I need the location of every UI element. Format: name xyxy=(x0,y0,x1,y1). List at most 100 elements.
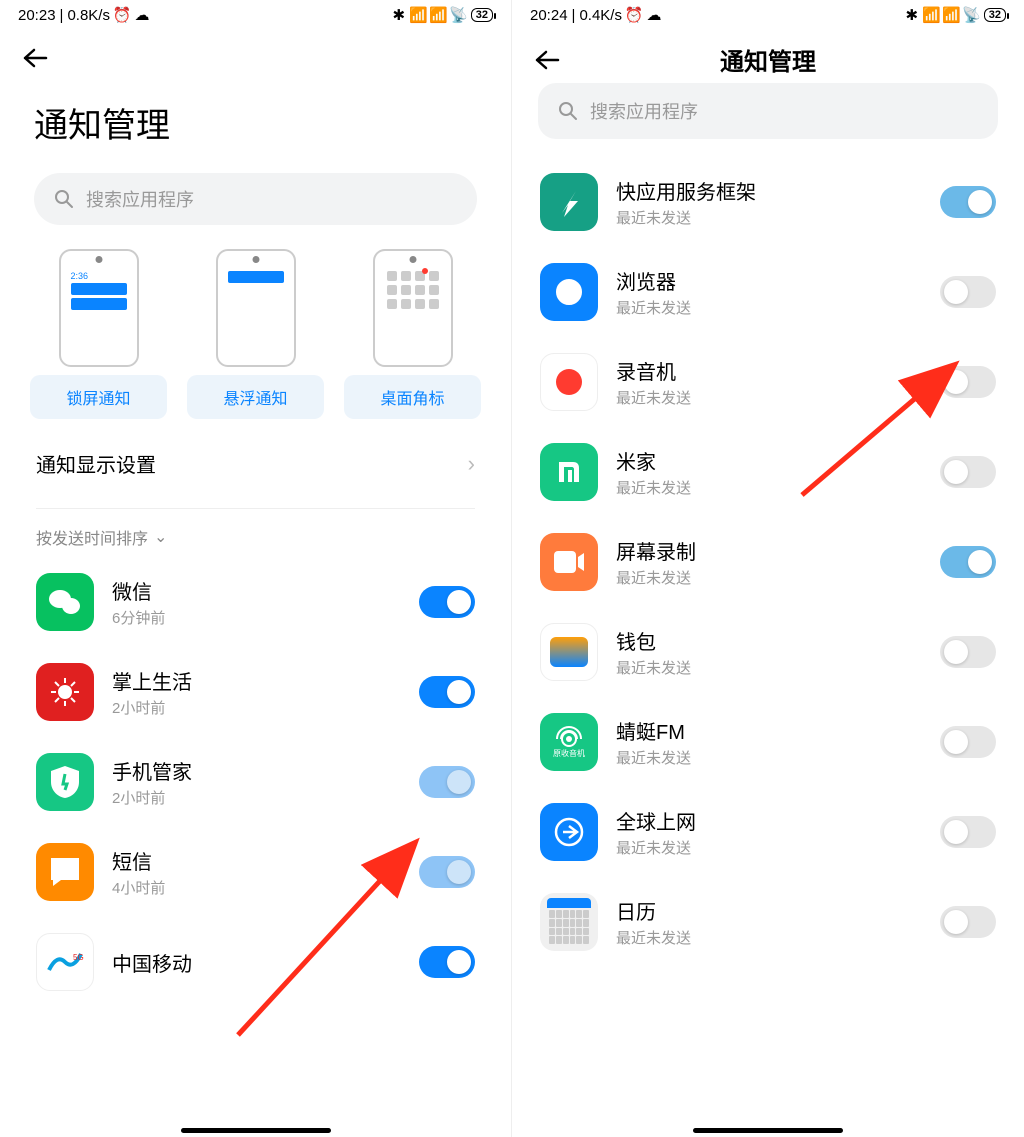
lockscreen-preview-icon: 2:36 xyxy=(59,249,139,367)
back-button[interactable] xyxy=(20,43,50,73)
notification-toggle[interactable] xyxy=(940,906,996,938)
notification-toggle[interactable] xyxy=(419,586,475,618)
mihome-app-icon xyxy=(540,443,598,501)
app-text: 手机管家2小时前 xyxy=(112,756,401,808)
floating-preview-icon xyxy=(216,249,296,367)
chevron-right-icon: › xyxy=(468,451,475,477)
guard-app-icon xyxy=(36,753,94,811)
app-text: 蜻蜓FM最近未发送 xyxy=(616,716,922,768)
search-input[interactable]: 搜索应用程序 xyxy=(538,83,998,139)
bluetooth-icon: ✱ xyxy=(904,7,920,23)
page-title: 通知管理 xyxy=(562,42,974,77)
app-row[interactable]: 手机管家2小时前 xyxy=(36,737,475,827)
category-badge[interactable]: 桌面角标 xyxy=(344,249,481,419)
app-text: 短信4小时前 xyxy=(112,846,401,898)
app-name: 录音机 xyxy=(616,356,922,385)
app-row[interactable]: 5G 中国移动 xyxy=(36,917,475,1007)
search-input[interactable]: 搜索应用程序 xyxy=(34,173,477,225)
app-text: 日历最近未发送 xyxy=(616,896,922,948)
badge-preview-icon xyxy=(373,249,453,367)
wechat-icon: ☁ xyxy=(134,7,150,23)
app-row[interactable]: 日历最近未发送 xyxy=(540,877,996,967)
svg-text:5G: 5G xyxy=(73,953,84,962)
notification-toggle[interactable] xyxy=(419,676,475,708)
status-bar: 20:24 | 0.4K/s ⏰ ☁ ✱ 📶 📶 📡 32 xyxy=(512,0,1024,30)
app-name: 蜻蜓FM xyxy=(616,716,922,745)
home-indicator[interactable] xyxy=(181,1128,331,1133)
app-name: 全球上网 xyxy=(616,806,922,835)
notification-toggle[interactable] xyxy=(940,546,996,578)
app-text: 浏览器最近未发送 xyxy=(616,266,922,318)
screenrec-app-icon xyxy=(540,533,598,591)
notification-toggle[interactable] xyxy=(940,186,996,218)
search-placeholder: 搜索应用程序 xyxy=(86,186,194,212)
app-subtitle: 4小时前 xyxy=(112,877,401,898)
category-label[interactable]: 悬浮通知 xyxy=(187,375,324,419)
wechat-icon: ☁ xyxy=(646,7,662,23)
app-subtitle: 最近未发送 xyxy=(616,567,922,588)
category-label[interactable]: 桌面角标 xyxy=(344,375,481,419)
notification-toggle[interactable] xyxy=(419,766,475,798)
quickapp-app-icon xyxy=(540,173,598,231)
app-row[interactable]: 钱包最近未发送 xyxy=(540,607,996,697)
app-row[interactable]: 录音机最近未发送 xyxy=(540,337,996,427)
category-label[interactable]: 锁屏通知 xyxy=(30,375,167,419)
app-name: 屏幕录制 xyxy=(616,536,922,565)
app-subtitle: 最近未发送 xyxy=(616,657,922,678)
back-button[interactable] xyxy=(532,45,562,75)
app-text: 录音机最近未发送 xyxy=(616,356,922,408)
wechat-app-icon xyxy=(36,573,94,631)
app-row[interactable]: 全球上网最近未发送 xyxy=(540,787,996,877)
alarm-icon: ⏰ xyxy=(626,7,642,23)
app-row[interactable]: 短信4小时前 xyxy=(36,827,475,917)
svg-text:原收音机: 原收音机 xyxy=(553,748,585,758)
notification-toggle[interactable] xyxy=(940,276,996,308)
category-floating[interactable]: 悬浮通知 xyxy=(187,249,324,419)
app-list: 快应用服务框架最近未发送浏览器最近未发送录音机最近未发送米家最近未发送屏幕录制最… xyxy=(512,157,1024,967)
app-row[interactable]: 浏览器最近未发送 xyxy=(540,247,996,337)
sms-app-icon xyxy=(36,843,94,901)
app-row[interactable]: 掌上生活2小时前 xyxy=(36,647,475,737)
app-name: 中国移动 xyxy=(112,948,401,977)
app-list: 微信6分钟前掌上生活2小时前手机管家2小时前短信4小时前 5G 中国移动 xyxy=(0,557,511,1007)
display-settings-row[interactable]: 通知显示设置 › xyxy=(0,427,511,500)
app-name: 日历 xyxy=(616,896,922,925)
app-text: 米家最近未发送 xyxy=(616,446,922,498)
divider xyxy=(36,508,475,509)
notification-toggle[interactable] xyxy=(940,636,996,668)
home-indicator[interactable] xyxy=(693,1128,843,1133)
notification-toggle[interactable] xyxy=(940,726,996,758)
wifi-icon: 📡 xyxy=(964,7,980,23)
app-subtitle: 2小时前 xyxy=(112,697,401,718)
chevron-down-icon: ⌄ xyxy=(154,527,167,547)
app-subtitle: 最近未发送 xyxy=(616,927,922,948)
notification-type-selector: 2:36 锁屏通知 悬浮通知 桌面角标 xyxy=(0,225,511,427)
sort-selector[interactable]: 按发送时间排序 ⌄ xyxy=(0,525,511,557)
notification-toggle[interactable] xyxy=(940,366,996,398)
status-net: 0.8K/s xyxy=(67,7,110,24)
life-app-icon xyxy=(36,663,94,721)
search-placeholder: 搜索应用程序 xyxy=(590,98,698,124)
app-subtitle: 最近未发送 xyxy=(616,207,922,228)
app-row[interactable]: 米家最近未发送 xyxy=(540,427,996,517)
app-name: 米家 xyxy=(616,446,922,475)
notification-toggle[interactable] xyxy=(940,816,996,848)
notification-toggle[interactable] xyxy=(940,456,996,488)
app-row[interactable]: 屏幕录制最近未发送 xyxy=(540,517,996,607)
app-text: 中国移动 xyxy=(112,948,401,977)
battery-icon: 32 xyxy=(984,8,1006,22)
app-text: 快应用服务框架最近未发送 xyxy=(616,176,922,228)
left-screenshot: 20:23 | 0.8K/s ⏰ ☁ ✱ 📶 📶 📡 32 通知管理 搜索应用程… xyxy=(0,0,512,1137)
notification-toggle[interactable] xyxy=(419,856,475,888)
cmcc-app-icon: 5G xyxy=(36,933,94,991)
app-row[interactable]: 微信6分钟前 xyxy=(36,557,475,647)
globalnet-app-icon xyxy=(540,803,598,861)
app-row[interactable]: 快应用服务框架最近未发送 xyxy=(540,157,996,247)
battery-icon: 32 xyxy=(471,8,493,22)
notification-toggle[interactable] xyxy=(419,946,475,978)
app-row[interactable]: 原收音机 蜻蜓FM最近未发送 xyxy=(540,697,996,787)
signal-icon: 📶 xyxy=(924,7,940,23)
status-bar: 20:23 | 0.8K/s ⏰ ☁ ✱ 📶 📶 📡 32 xyxy=(0,0,511,30)
category-lockscreen[interactable]: 2:36 锁屏通知 xyxy=(30,249,167,419)
sort-label: 按发送时间排序 xyxy=(36,525,148,549)
